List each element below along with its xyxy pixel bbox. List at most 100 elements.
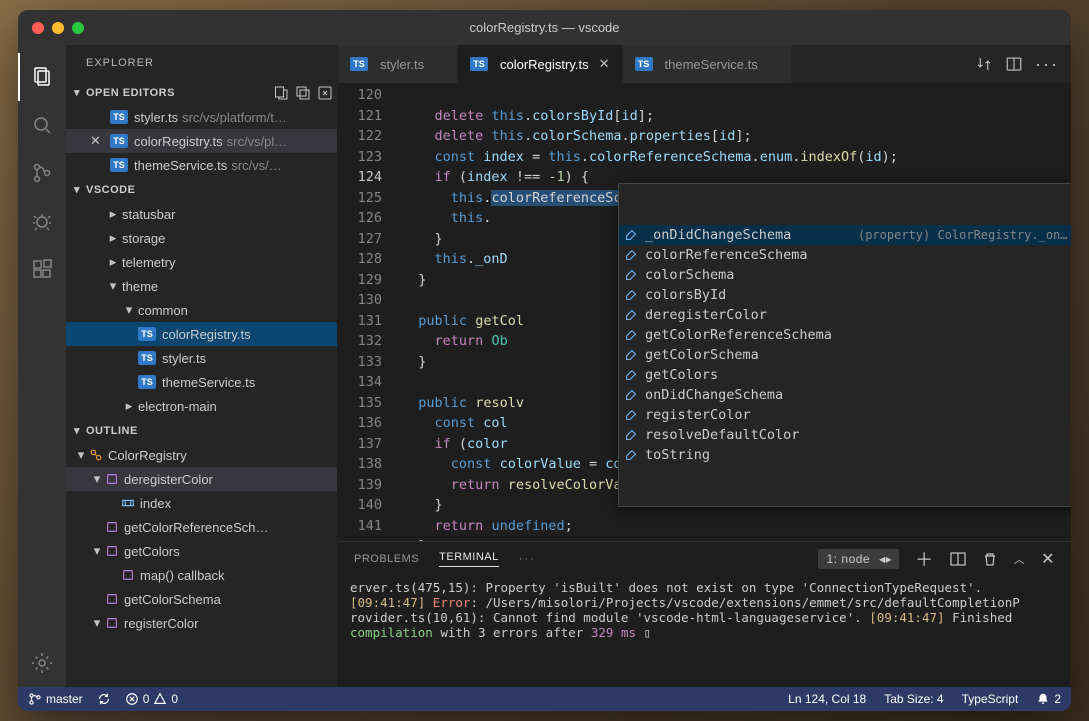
settings-activity-icon[interactable] — [18, 639, 66, 687]
terminal-output[interactable]: erver.ts(475,15): Property 'isBuilt' doe… — [338, 576, 1071, 687]
symbol-class-icon — [88, 447, 104, 463]
terminal-select[interactable]: 1: node◂▸ — [818, 549, 900, 569]
suggest-item[interactable]: _onDidChangeSchema(property) ColorRegist… — [619, 225, 1071, 245]
suggest-item[interactable]: colorReferenceSchema — [619, 245, 1071, 265]
close-panel-icon[interactable]: ✕ — [1041, 549, 1055, 569]
suggest-widget[interactable]: _onDidChangeSchema(property) ColorRegist… — [618, 183, 1071, 507]
statusbar: master 0 0 Ln 124, Col 18 Tab Size: 4 Ty… — [18, 687, 1071, 711]
tree-item-label: theme — [122, 279, 158, 294]
code-content[interactable]: delete this.colorsById[id]; delete this.… — [402, 83, 1071, 541]
file-tree-folder[interactable]: telemetry — [66, 250, 337, 274]
open-editor-item[interactable]: ✕TSstyler.tssrc/vs/platform/t… — [66, 105, 337, 129]
outline-item[interactable]: deregisterColor — [66, 467, 337, 491]
symbol-method-icon — [104, 591, 120, 607]
tree-item-label: common — [138, 303, 188, 318]
outline-item[interactable]: ColorRegistry — [66, 443, 337, 467]
git-branch-status[interactable]: master — [28, 692, 83, 706]
cursor-position-status[interactable]: Ln 124, Col 18 — [788, 692, 866, 706]
suggest-label: getColorSchema — [645, 345, 759, 366]
file-tree-folder[interactable]: theme — [66, 274, 337, 298]
explorer-activity-icon[interactable] — [18, 53, 66, 101]
suggest-item[interactable]: colorsById — [619, 285, 1071, 305]
maximize-window-button[interactable] — [72, 22, 84, 34]
close-icon[interactable]: ✕ — [90, 133, 106, 149]
new-terminal-icon[interactable]: ＋ — [915, 546, 934, 572]
file-tree-file[interactable]: TSstyler.ts — [66, 346, 337, 370]
open-editor-item[interactable]: ✕TScolorRegistry.tssrc/vs/pl… — [66, 129, 337, 153]
minimize-window-button[interactable] — [52, 22, 64, 34]
maximize-panel-icon[interactable]: ︿ — [1014, 551, 1026, 567]
symbol-property-icon — [623, 427, 639, 443]
outline-item[interactable]: getColorReferenceSch… — [66, 515, 337, 539]
open-editor-name: themeService.ts — [134, 158, 227, 173]
search-activity-icon[interactable] — [18, 101, 66, 149]
compare-changes-icon[interactable] — [975, 55, 993, 73]
suggest-label: getColorReferenceSchema — [645, 325, 832, 346]
close-all-icon[interactable] — [317, 85, 333, 101]
extensions-activity-icon[interactable] — [18, 245, 66, 293]
more-actions-icon[interactable]: ··· — [1035, 54, 1059, 75]
suggest-label: onDidChangeSchema — [645, 385, 783, 406]
workspace-section-header[interactable]: VSCODE — [66, 177, 337, 202]
outline-item[interactable]: getColorSchema — [66, 587, 337, 611]
titlebar[interactable]: colorRegistry.ts — vscode — [18, 10, 1071, 45]
suggest-item[interactable]: deregisterColor — [619, 305, 1071, 325]
open-editor-path: src/vs/pl… — [227, 134, 288, 149]
workspace-label: VSCODE — [86, 184, 135, 196]
suggest-item[interactable]: resolveDefaultColor — [619, 425, 1071, 445]
outline-item[interactable]: getColors — [66, 539, 337, 563]
outline-item[interactable]: registerColor — [66, 611, 337, 635]
source-control-activity-icon[interactable] — [18, 149, 66, 197]
debug-activity-icon[interactable] — [18, 197, 66, 245]
problems-status[interactable]: 0 0 — [125, 692, 178, 706]
kill-terminal-icon[interactable] — [982, 551, 998, 567]
suggest-label: toString — [645, 445, 710, 466]
outline-item[interactable]: map() callback — [66, 563, 337, 587]
open-editor-item[interactable]: ✕TSthemeService.tssrc/vs/… — [66, 153, 337, 177]
close-tab-icon[interactable]: ✕ — [599, 56, 610, 72]
suggest-item[interactable]: colorSchema — [619, 265, 1071, 285]
suggest-item[interactable]: getColorReferenceSchema — [619, 325, 1071, 345]
file-tree-folder[interactable]: storage — [66, 226, 337, 250]
panel-tab-terminal[interactable]: TERMINAL — [439, 551, 499, 567]
panel-more-icon[interactable]: ··· — [519, 553, 536, 565]
editor-tab[interactable]: TSthemeService.ts✕ — [623, 45, 792, 83]
close-window-button[interactable] — [32, 22, 44, 34]
language-mode-status[interactable]: TypeScript — [962, 692, 1019, 706]
chevron-right-icon — [122, 398, 136, 414]
line-number-gutter: 1201211221231241251261271281291301311321… — [338, 83, 402, 541]
editor-tab[interactable]: TScolorRegistry.ts✕ — [458, 45, 623, 83]
editor-body[interactable]: 1201211221231241251261271281291301311321… — [338, 83, 1071, 541]
activity-bar — [18, 45, 66, 687]
panel-tabs: PROBLEMS TERMINAL ··· 1: node◂▸ ＋ ︿ ✕ — [338, 542, 1071, 576]
sync-status[interactable] — [97, 692, 111, 706]
suggest-item[interactable]: getColorSchema — [619, 345, 1071, 365]
suggest-item[interactable]: onDidChangeSchema — [619, 385, 1071, 405]
file-tree-folder[interactable]: statusbar — [66, 202, 337, 226]
editor-tab[interactable]: TSstyler.ts✕ — [338, 45, 458, 83]
outline-item[interactable]: index — [66, 491, 337, 515]
tab-size-status[interactable]: Tab Size: 4 — [884, 692, 943, 706]
file-tree-file[interactable]: TSthemeService.ts — [66, 370, 337, 394]
save-all-icon[interactable] — [295, 85, 311, 101]
chevron-down-icon — [70, 86, 84, 99]
split-terminal-icon[interactable] — [950, 551, 966, 567]
file-tree-folder[interactable]: electron-main — [66, 394, 337, 418]
notifications-status[interactable]: 2 — [1036, 692, 1061, 706]
tab-label: styler.ts — [380, 57, 424, 72]
tab-label: themeService.ts — [665, 57, 758, 72]
panel-tab-problems[interactable]: PROBLEMS — [354, 553, 419, 565]
suggest-item[interactable]: registerColor — [619, 405, 1071, 425]
chevron-right-icon — [106, 230, 120, 246]
typescript-file-icon: TS — [138, 375, 156, 389]
file-tree-file[interactable]: TScolorRegistry.ts — [66, 322, 337, 346]
open-editors-section-header[interactable]: OPEN EDITORS — [66, 80, 337, 105]
split-editor-icon[interactable] — [1005, 55, 1023, 73]
suggest-item[interactable]: toString — [619, 445, 1071, 465]
suggest-label: colorSchema — [645, 265, 734, 286]
suggest-item[interactable]: getColors — [619, 365, 1071, 385]
outline-section-header[interactable]: OUTLINE — [66, 418, 337, 443]
new-untitled-icon[interactable] — [273, 85, 289, 101]
file-tree-folder[interactable]: common — [66, 298, 337, 322]
chevron-down-icon — [90, 471, 104, 487]
